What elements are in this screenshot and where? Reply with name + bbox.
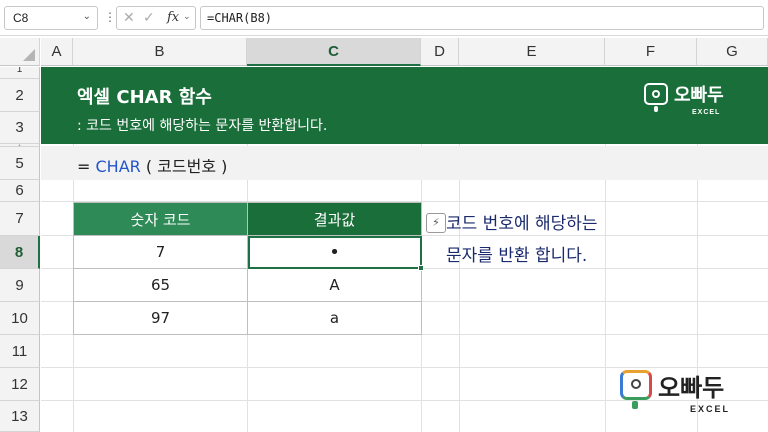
syntax-text: = CHAR ( 코드번호 )	[77, 153, 227, 177]
table-cell[interactable]: A	[247, 268, 422, 302]
more-options-icon[interactable]: ⋮	[104, 10, 116, 24]
example-table: 숫자 코드 결과값 7 • 65 A 97 a	[73, 202, 422, 335]
syntax-function: CHAR	[95, 157, 141, 176]
note-line-1: 코드 번호에 해당하는	[446, 214, 598, 234]
row-header-2[interactable]: 2	[0, 79, 40, 112]
chevron-down-icon[interactable]: ⌄	[183, 12, 191, 22]
syntax-args: ( 코드번호 )	[140, 157, 228, 176]
row-header-3[interactable]: 3	[0, 112, 40, 144]
row-header-6[interactable]: 6	[0, 180, 40, 202]
column-header-f[interactable]: F	[605, 38, 697, 66]
fill-handle[interactable]	[418, 265, 424, 271]
row-header-11[interactable]: 11	[0, 335, 40, 368]
note-line-2: 문자를 반환 합니다.	[446, 246, 588, 266]
oppadu-footer-logo: 오빠두 EXCEL	[618, 366, 748, 420]
formula-bar: C8 ⌄ ⋮ ✕ ✓ fx ⌄ =CHAR(B8)	[0, 0, 768, 36]
logo-mark-icon	[644, 83, 668, 105]
row-header-9[interactable]: 9	[0, 269, 40, 302]
syntax-row: = CHAR ( 코드번호 )	[41, 146, 768, 180]
column-header-b[interactable]: B	[73, 38, 247, 66]
logo-sub: EXCEL	[692, 109, 721, 116]
title-banner: 엑셀 CHAR 함수 : 코드 번호에 해당하는 문자를 반환합니다. 오빠두 …	[41, 67, 768, 144]
column-header-g[interactable]: G	[697, 38, 768, 66]
row-header-1[interactable]: 1	[0, 67, 40, 79]
column-header-e[interactable]: E	[459, 38, 605, 66]
insert-function-icon[interactable]: fx	[167, 10, 179, 25]
table-cell[interactable]: 97	[73, 301, 248, 335]
name-box-value: C8	[13, 11, 29, 25]
formula-text: =CHAR(B8)	[207, 11, 273, 25]
page-title: 엑셀 CHAR 함수	[77, 87, 212, 108]
enter-icon[interactable]: ✓	[143, 10, 155, 26]
row-header-12[interactable]: 12	[0, 368, 40, 401]
name-box[interactable]: C8 ⌄	[4, 6, 98, 30]
quick-analysis-icon[interactable]: ⚡	[426, 213, 446, 233]
selected-cell[interactable]: •	[247, 235, 422, 269]
page-subtitle: : 코드 번호에 해당하는 문자를 반환합니다.	[77, 118, 328, 134]
formula-buttons: ✕ ✓ fx ⌄	[116, 6, 196, 30]
footer-logo-sub: EXCEL	[690, 404, 731, 414]
table-row: 97 a	[73, 301, 422, 335]
column-header-c[interactable]: C	[247, 38, 421, 66]
table-header-code[interactable]: 숫자 코드	[73, 202, 248, 236]
column-header-d[interactable]: D	[421, 38, 459, 66]
logo-word: 오빠두	[674, 85, 724, 106]
row-header-7[interactable]: 7	[0, 202, 40, 236]
row-header-10[interactable]: 10	[0, 302, 40, 335]
row-header-8[interactable]: 8	[0, 236, 40, 269]
table-header-result[interactable]: 결과값	[247, 202, 422, 236]
row-header-5[interactable]: 5	[0, 147, 40, 180]
table-row: 7 •	[73, 235, 422, 269]
row-header-13[interactable]: 13	[0, 401, 40, 432]
formula-input[interactable]: =CHAR(B8)	[200, 6, 764, 30]
table-cell[interactable]: 65	[73, 268, 248, 302]
cancel-icon[interactable]: ✕	[123, 10, 135, 26]
footer-logo-word: 오빠두	[658, 374, 725, 402]
table-cell[interactable]: a	[247, 301, 422, 335]
table-row: 65 A	[73, 268, 422, 302]
column-header-a[interactable]: A	[41, 38, 73, 66]
chevron-down-icon[interactable]: ⌄	[83, 11, 91, 22]
table-cell[interactable]: 7	[73, 235, 248, 269]
oppadu-logo: 오빠두 EXCEL	[644, 81, 744, 121]
select-all-button[interactable]	[0, 38, 40, 66]
syntax-eq: =	[77, 157, 96, 176]
explanation-note: 코드 번호에 해당하는 문자를 반환 합니다.	[446, 208, 598, 272]
logo-mark-icon	[620, 370, 652, 400]
